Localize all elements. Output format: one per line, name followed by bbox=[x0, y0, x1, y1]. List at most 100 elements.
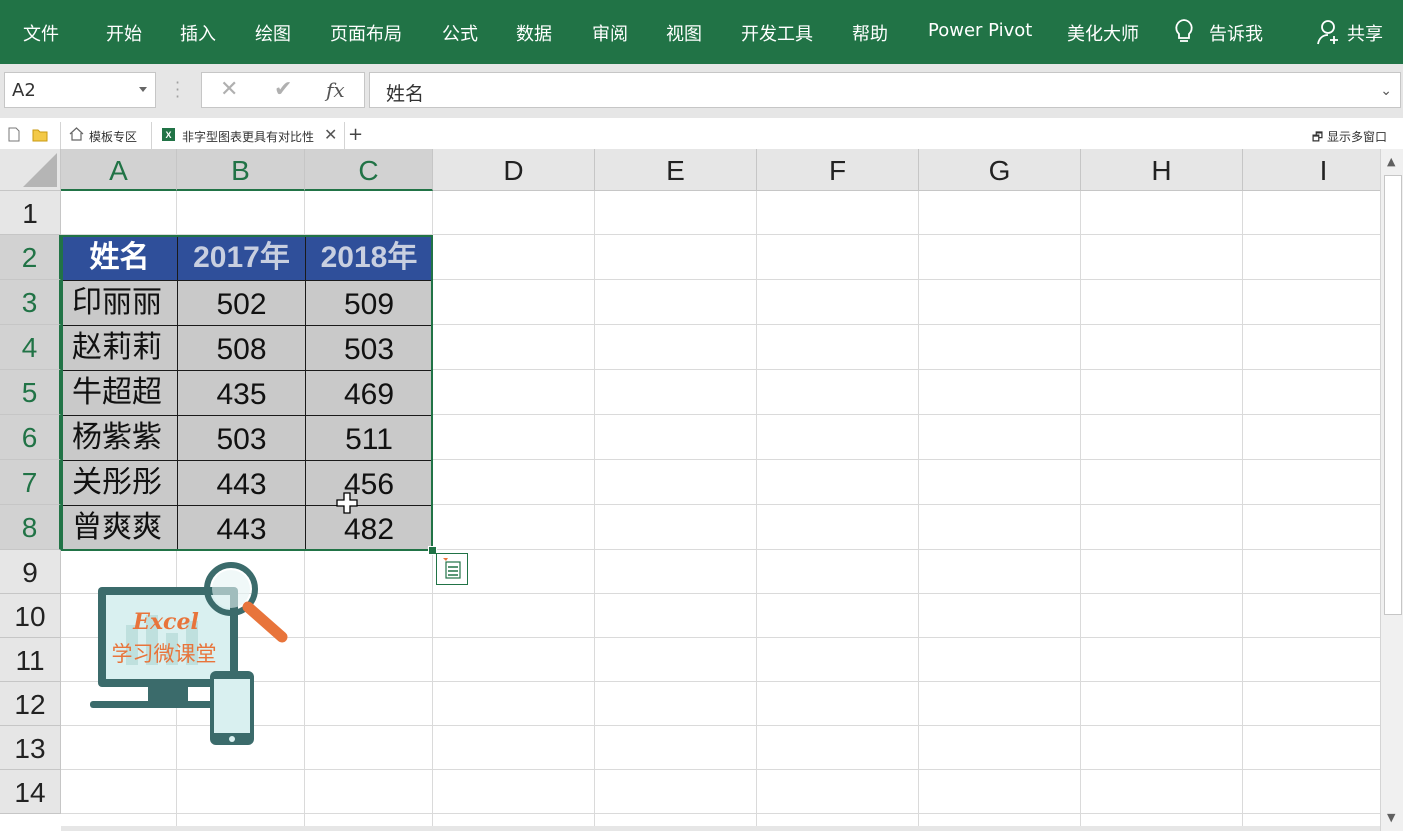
column-header-g[interactable]: G bbox=[919, 149, 1081, 191]
row-header-1[interactable]: 1 bbox=[0, 191, 61, 235]
grid-line bbox=[1080, 191, 1081, 831]
grid-line bbox=[918, 191, 919, 831]
grid-line bbox=[61, 769, 1380, 770]
tab-template-zone[interactable]: 模板专区 bbox=[60, 122, 152, 149]
lightbulb-icon bbox=[1172, 18, 1196, 50]
grip-icon: · · · bbox=[175, 73, 181, 106]
add-tab-icon[interactable]: + bbox=[348, 124, 363, 145]
table-cell-name[interactable]: 牛超超 bbox=[61, 370, 178, 416]
svg-text:X: X bbox=[165, 130, 171, 140]
table-cell-name[interactable]: 关彤彤 bbox=[61, 460, 178, 506]
name-box[interactable]: A2 bbox=[4, 72, 156, 108]
table-cell-name[interactable]: 曾爽爽 bbox=[61, 505, 178, 551]
ribbon-tab-file[interactable]: 文件 bbox=[23, 20, 59, 46]
table-header-2018[interactable]: 2018年 bbox=[305, 235, 433, 281]
ribbon-tab-help[interactable]: 帮助 bbox=[852, 20, 888, 46]
new-document-icon[interactable] bbox=[8, 127, 20, 146]
grid-line bbox=[756, 191, 757, 831]
row-header-7[interactable]: 7 bbox=[0, 460, 61, 505]
ribbon-tab-power-pivot[interactable]: Power Pivot bbox=[928, 20, 1032, 41]
ribbon-tab-home[interactable]: 开始 bbox=[106, 20, 142, 46]
folder-icon[interactable] bbox=[32, 127, 48, 146]
grid-line bbox=[1242, 191, 1243, 831]
multi-window-button[interactable]: 🗗 显示多窗口 bbox=[1312, 128, 1387, 149]
column-header-e[interactable]: E bbox=[595, 149, 757, 191]
table-header-2017[interactable]: 2017年 bbox=[177, 235, 306, 281]
table-cell-name[interactable]: 印丽丽 bbox=[61, 280, 178, 326]
table-cell-2018[interactable]: 469 bbox=[305, 370, 433, 416]
table-cell-2018[interactable]: 456 bbox=[305, 460, 433, 506]
row-header-8[interactable]: 8 bbox=[0, 505, 61, 550]
column-header-f[interactable]: F bbox=[757, 149, 919, 191]
ribbon-tab-review[interactable]: 审阅 bbox=[592, 20, 628, 46]
ribbon-tab-meihua[interactable]: 美化大师 bbox=[1067, 20, 1139, 46]
excel-file-icon: X bbox=[161, 127, 176, 145]
cancel-icon[interactable]: ✕ bbox=[220, 77, 238, 102]
name-box-value: A2 bbox=[12, 80, 36, 101]
column-header-i[interactable]: I bbox=[1243, 149, 1380, 191]
select-all-corner[interactable] bbox=[0, 149, 61, 191]
row-header-9[interactable]: 9 bbox=[0, 550, 61, 594]
tab-template-zone-label: 模板专区 bbox=[89, 130, 138, 144]
column-header-c[interactable]: C bbox=[305, 149, 433, 191]
row-header-6[interactable]: 6 bbox=[0, 415, 61, 460]
row-header-5[interactable]: 5 bbox=[0, 370, 61, 415]
tab-active-workbook-label: 非字型图表更具有对比性 bbox=[182, 130, 315, 144]
grid-line bbox=[61, 813, 1380, 814]
scrollbar-thumb[interactable] bbox=[1384, 175, 1402, 615]
share-button[interactable]: 共享 bbox=[1347, 20, 1383, 46]
table-cell-2017[interactable]: 435 bbox=[177, 370, 306, 416]
table-cell-2018[interactable]: 511 bbox=[305, 415, 433, 461]
table-cell-name[interactable]: 赵莉莉 bbox=[61, 325, 178, 371]
logo-text-classroom: 学习微课堂 bbox=[112, 642, 217, 666]
column-header-a[interactable]: A bbox=[61, 149, 177, 191]
tab-active-workbook[interactable]: X 非字型图表更具有对比性 ✕ bbox=[151, 122, 345, 149]
check-icon[interactable]: ✔ bbox=[274, 77, 292, 102]
scroll-up-icon[interactable]: ▲ bbox=[1387, 155, 1395, 168]
expand-chevron-icon[interactable]: ⌄ bbox=[1380, 83, 1392, 99]
scroll-down-icon[interactable]: ▼ bbox=[1387, 811, 1395, 824]
chevron-down-icon[interactable] bbox=[139, 87, 147, 92]
row-header-3[interactable]: 3 bbox=[0, 280, 61, 325]
ribbon-tab-data[interactable]: 数据 bbox=[516, 20, 552, 46]
table-cell-2017[interactable]: 443 bbox=[177, 460, 306, 506]
row-header-11[interactable]: 11 bbox=[0, 638, 61, 682]
ribbon-tab-developer[interactable]: 开发工具 bbox=[741, 20, 813, 46]
insert-function-icon[interactable]: fx bbox=[326, 78, 345, 102]
formula-input[interactable]: 姓名 ⌄ bbox=[369, 72, 1401, 108]
formula-value: 姓名 bbox=[386, 83, 425, 105]
ribbon-tab-page-layout[interactable]: 页面布局 bbox=[330, 20, 402, 46]
multi-window-label: 显示多窗口 bbox=[1326, 130, 1387, 144]
column-header-b[interactable]: B bbox=[177, 149, 305, 191]
ribbon-tab-draw[interactable]: 绘图 bbox=[255, 20, 291, 46]
row-header-10[interactable]: 10 bbox=[0, 594, 61, 638]
table-header-name[interactable]: 姓名 bbox=[61, 235, 178, 281]
table-cell-2018[interactable]: 503 bbox=[305, 325, 433, 371]
table-cell-2017[interactable]: 508 bbox=[177, 325, 306, 371]
quick-analysis-icon[interactable] bbox=[436, 553, 468, 585]
ribbon-tab-view[interactable]: 视图 bbox=[666, 20, 702, 46]
row-header-14[interactable]: 14 bbox=[0, 770, 61, 814]
table-cell-2018[interactable]: 509 bbox=[305, 280, 433, 326]
tell-me-box[interactable]: 告诉我 bbox=[1209, 20, 1263, 46]
document-tab-bar: 模板专区 X 非字型图表更具有对比性 ✕ + 🗗 显示多窗口 bbox=[0, 122, 1403, 150]
row-header-2[interactable]: 2 bbox=[0, 235, 61, 280]
row-header-12[interactable]: 12 bbox=[0, 682, 61, 726]
table-cell-2017[interactable]: 443 bbox=[177, 505, 306, 551]
table-cell-2017[interactable]: 503 bbox=[177, 415, 306, 461]
ribbon-tab-insert[interactable]: 插入 bbox=[180, 20, 216, 46]
row-header-13[interactable]: 13 bbox=[0, 726, 61, 770]
row-header-4[interactable]: 4 bbox=[0, 325, 61, 370]
table-cell-2018[interactable]: 482 bbox=[305, 505, 433, 551]
horizontal-scrollbar[interactable] bbox=[61, 826, 1380, 831]
worksheet-grid[interactable]: A B C D E F G H I 1 2 3 4 5 6 7 8 9 10 1… bbox=[0, 149, 1380, 831]
logo-text-excel: Excel bbox=[132, 609, 199, 635]
table-cell-2017[interactable]: 502 bbox=[177, 280, 306, 326]
vertical-scrollbar[interactable]: ▲ ▼ bbox=[1380, 149, 1403, 831]
ribbon-tab-formulas[interactable]: 公式 bbox=[442, 20, 478, 46]
ribbon-bar: 文件 开始 插入 绘图 页面布局 公式 数据 审阅 视图 开发工具 帮助 Pow… bbox=[0, 0, 1403, 64]
close-icon[interactable]: ✕ bbox=[324, 125, 337, 144]
column-header-h[interactable]: H bbox=[1081, 149, 1243, 191]
table-cell-name[interactable]: 杨紫紫 bbox=[61, 415, 178, 461]
column-header-d[interactable]: D bbox=[433, 149, 595, 191]
